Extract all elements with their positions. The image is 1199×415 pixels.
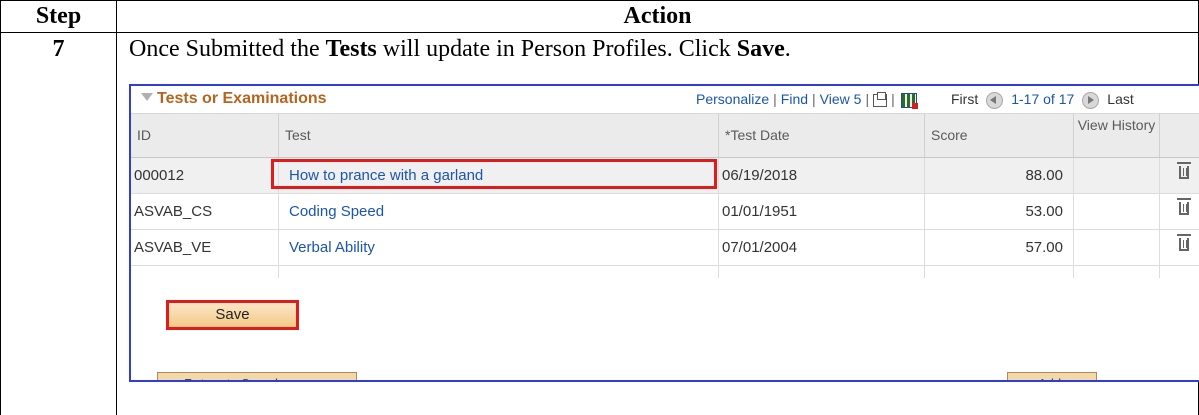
cell-id: ASVAB_VE bbox=[131, 230, 279, 265]
step-cell: 7 bbox=[1, 33, 117, 415]
header-action: Action bbox=[117, 1, 1198, 33]
table-row-partial bbox=[131, 266, 1199, 278]
cell-view-history bbox=[1074, 194, 1160, 229]
table-row: ASVAB_CS Coding Speed 01/01/1951 53.00 bbox=[131, 194, 1199, 230]
instruction-part2: will update in Person Profiles. Click bbox=[376, 36, 737, 62]
column-header-test-date[interactable]: *Test Date bbox=[719, 114, 925, 157]
table-row: ASVAB_VE Verbal Ability 07/01/2004 57.00 bbox=[131, 230, 1199, 266]
cell-score: 57.00 bbox=[925, 230, 1074, 265]
instruction-part1: Once Submitted the bbox=[129, 36, 326, 62]
instruction-bold-tests: Tests bbox=[325, 36, 377, 62]
column-header-id[interactable]: ID bbox=[131, 114, 279, 157]
header-step: Step bbox=[1, 1, 117, 33]
next-icon[interactable] bbox=[1082, 91, 1100, 109]
delete-row-icon[interactable] bbox=[1177, 162, 1191, 179]
personalize-link[interactable]: Personalize bbox=[696, 91, 769, 107]
collapse-arrow-icon[interactable] bbox=[141, 93, 153, 101]
column-header-delete bbox=[1160, 114, 1199, 157]
previous-icon[interactable] bbox=[986, 91, 1004, 109]
cell-test-date: 06/19/2018 bbox=[719, 158, 925, 193]
peoplesoft-screenshot: Tests or Examinations Personalize | Find | V… bbox=[129, 84, 1199, 382]
save-button[interactable]: Save bbox=[166, 300, 299, 330]
grid-title-bar: Tests or Examinations Personalize | Find | V… bbox=[131, 86, 1199, 114]
add-button[interactable]: Add bbox=[1007, 372, 1097, 380]
view-all-link[interactable]: View 5 bbox=[820, 91, 862, 107]
cell-id: 000012 bbox=[131, 158, 279, 193]
column-header-test[interactable]: Test bbox=[279, 114, 719, 157]
cell-score: 53.00 bbox=[925, 194, 1074, 229]
grid-pager: First 1-17 of 17 Last bbox=[951, 91, 1134, 109]
cell-view-history bbox=[1074, 230, 1160, 265]
grid-nav-links: Personalize | Find | View 5 | | bbox=[696, 91, 918, 109]
cell-test-date: 07/01/2004 bbox=[719, 230, 925, 265]
cell-id: ASVAB_CS bbox=[131, 194, 279, 229]
download-excel-icon[interactable] bbox=[900, 92, 918, 109]
cell-test-date: 01/01/1951 bbox=[719, 194, 925, 229]
column-header-score[interactable]: Score bbox=[925, 114, 1074, 157]
grid-title[interactable]: Tests or Examinations bbox=[157, 90, 327, 108]
cell-test-link[interactable]: Coding Speed bbox=[279, 194, 719, 229]
delete-row-icon[interactable] bbox=[1177, 234, 1191, 251]
zoom-icon[interactable] bbox=[873, 91, 888, 107]
instruction-part3: . bbox=[784, 36, 791, 62]
column-header-view-history: View History bbox=[1074, 114, 1160, 157]
cell-view-history bbox=[1074, 158, 1160, 193]
find-link[interactable]: Find bbox=[781, 91, 808, 107]
row-range: 1-17 of 17 bbox=[1011, 91, 1075, 107]
first-link: First bbox=[951, 91, 979, 107]
last-link: Last bbox=[1107, 91, 1134, 107]
instruction-text: Once Submitted the Tests will update in … bbox=[129, 34, 791, 64]
grid-header: ID Test *Test Date Score View History bbox=[131, 114, 1199, 158]
cell-test-link[interactable]: Verbal Ability bbox=[279, 230, 719, 265]
instruction-bold-save: Save bbox=[736, 36, 785, 62]
highlight-test-link bbox=[271, 159, 717, 189]
cell-score: 88.00 bbox=[925, 158, 1074, 193]
step-number: 7 bbox=[52, 36, 65, 62]
return-to-search-button[interactable]: Return to Search bbox=[157, 372, 357, 380]
delete-row-icon[interactable] bbox=[1177, 198, 1191, 215]
